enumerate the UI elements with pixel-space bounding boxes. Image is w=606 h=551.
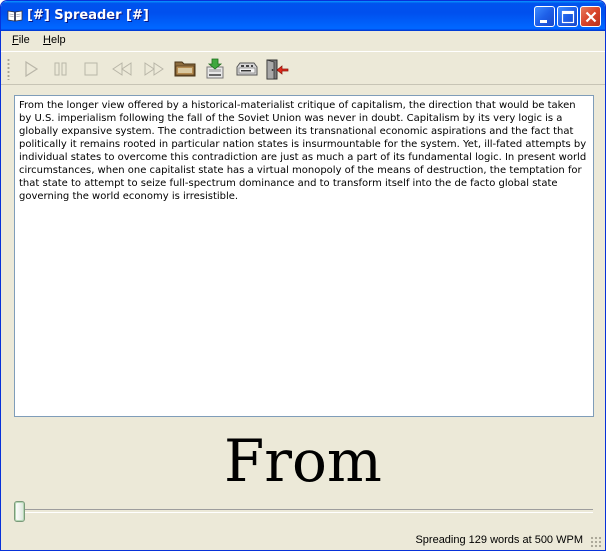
stop-icon [84,62,98,76]
minimize-button[interactable] [534,6,555,27]
minimize-icon [540,20,547,23]
status-text: Spreading 129 words at 500 WPM [415,534,583,546]
window-title: [#] Spreader [#] [27,8,149,23]
close-button[interactable] [580,6,601,27]
rewind-button[interactable] [109,58,133,80]
play-icon [25,60,39,78]
status-bar: Spreading 129 words at 500 WPM [1,531,605,550]
toolbar-grip[interactable] [7,58,10,80]
close-icon [585,11,597,23]
rewind-icon [112,62,132,76]
source-text-area[interactable]: From the longer view offered by a histor… [14,95,594,417]
pause-icon [54,62,67,76]
progress-slider-thumb[interactable] [14,501,25,522]
toolbar [1,51,605,85]
maximize-icon [561,10,575,24]
app-window: [#] Spreader [#] File Help From the long… [0,0,606,551]
pause-button[interactable] [49,58,73,80]
menu-bar: File Help [1,31,605,51]
current-word-display: From [224,427,382,495]
progress-slider-track[interactable] [15,509,593,513]
settings-button[interactable] [234,58,258,80]
resize-grip[interactable] [590,536,602,548]
stop-button[interactable] [79,58,103,80]
fast-forward-button[interactable] [141,58,165,80]
exit-button[interactable] [264,58,289,80]
menu-file[interactable]: File [12,34,30,46]
play-button[interactable] [19,58,43,80]
download-icon [206,58,224,79]
menu-help[interactable]: Help [43,34,66,46]
download-button[interactable] [204,58,228,80]
fast-forward-icon [144,62,164,76]
book-icon [7,9,23,22]
exit-door-icon [266,59,289,80]
open-button[interactable] [173,58,197,80]
maximize-button[interactable] [557,6,578,27]
folder-icon [174,61,196,77]
device-icon [236,62,258,76]
title-bar[interactable]: [#] Spreader [#] [1,1,605,31]
